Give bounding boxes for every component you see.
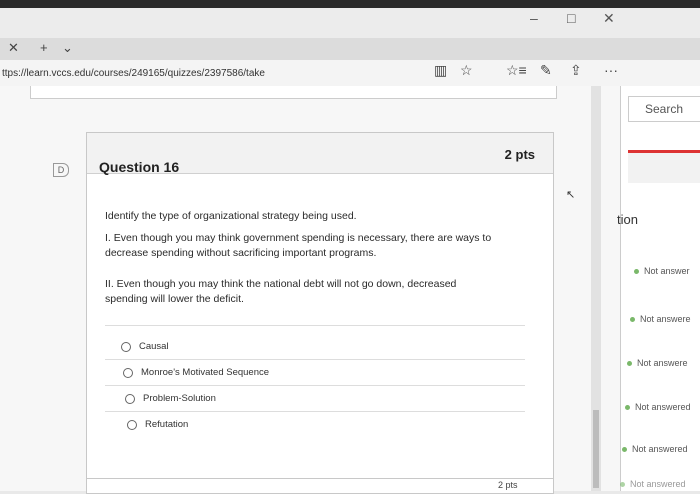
radio-button[interactable]	[127, 419, 137, 430]
url-text[interactable]: ttps://learn.vccs.edu/courses/249165/qui…	[2, 68, 265, 79]
status-dot-icon	[622, 446, 627, 452]
scrollbar-thumb[interactable]	[593, 410, 599, 488]
more-menu-icon[interactable]: ···	[604, 62, 618, 78]
flag-question-icon[interactable]: D	[53, 163, 69, 177]
status-dot-icon	[630, 316, 635, 322]
reading-view-icon[interactable]: ▥	[434, 62, 447, 79]
next-question-points: 2 pts	[498, 480, 518, 490]
answer-option-problem-solution[interactable]: Problem-Solution	[125, 393, 216, 404]
minimize-button[interactable]: –	[530, 10, 538, 26]
question-prompt: Identify the type of organizational stra…	[105, 210, 357, 222]
favorites-list-icon[interactable]: ☆≡	[506, 62, 527, 79]
radio-button[interactable]	[123, 367, 133, 378]
notes-pen-icon[interactable]: ✎	[540, 62, 552, 79]
mouse-cursor-icon: ↖	[566, 189, 576, 201]
divider	[105, 325, 525, 326]
option-label: Causal	[139, 341, 169, 352]
radio-button[interactable]	[121, 341, 131, 352]
tab-menu-chevron-icon[interactable]: ⌄	[62, 40, 73, 56]
statement-one: I. Even though you may think government …	[105, 232, 492, 259]
question-status-item[interactable]: Not answered	[625, 402, 691, 412]
new-tab-icon[interactable]: +	[40, 40, 48, 55]
status-dot-icon	[634, 268, 639, 274]
right-sidebar	[620, 86, 700, 491]
search-box[interactable]: Search	[628, 96, 700, 122]
question-header: Question 16 2 pts	[87, 133, 553, 175]
close-window-button[interactable]: ✕	[603, 10, 615, 27]
question-status-item[interactable]: Not answered	[622, 444, 688, 454]
question-status-item[interactable]: Not answer	[634, 266, 690, 276]
sidebar-heading: tion	[617, 212, 638, 227]
window-title-bar	[0, 8, 700, 38]
status-dot-icon	[627, 360, 632, 366]
statement-two: II. Even though you may think the nation…	[105, 278, 457, 305]
question-title: Question 16	[99, 159, 180, 175]
radio-button[interactable]	[125, 393, 135, 404]
option-label: Problem-Solution	[143, 393, 216, 404]
next-question-card	[86, 478, 554, 494]
question-status-item[interactable]: Not answered	[620, 479, 686, 489]
favorite-star-icon[interactable]: ☆	[460, 62, 473, 79]
divider	[105, 385, 525, 386]
previous-question-box	[30, 86, 557, 99]
maximize-button[interactable]: □	[567, 10, 575, 26]
answer-option-refutation[interactable]: Refutation	[127, 419, 188, 430]
answer-option-causal[interactable]: Causal	[121, 341, 169, 352]
question-card: Question 16 2 pts Identify the type of o…	[86, 132, 554, 489]
sidebar-accent-bar	[628, 150, 700, 183]
tab-strip	[0, 38, 700, 60]
option-label: Monroe's Motivated Sequence	[141, 367, 270, 378]
answer-option-monroe[interactable]: Monroe's Motivated Sequence	[123, 367, 269, 378]
status-dot-icon	[625, 404, 630, 410]
option-label: Refutation	[145, 419, 189, 430]
divider	[105, 411, 525, 412]
status-dot-icon	[620, 481, 625, 487]
question-points: 2 pts	[504, 147, 535, 162]
divider	[105, 359, 525, 360]
close-tab-icon[interactable]: ✕	[8, 40, 19, 56]
share-icon[interactable]: ⇪	[570, 62, 582, 79]
question-status-item[interactable]: Not answere	[630, 314, 691, 324]
question-status-item[interactable]: Not answere	[627, 358, 688, 368]
